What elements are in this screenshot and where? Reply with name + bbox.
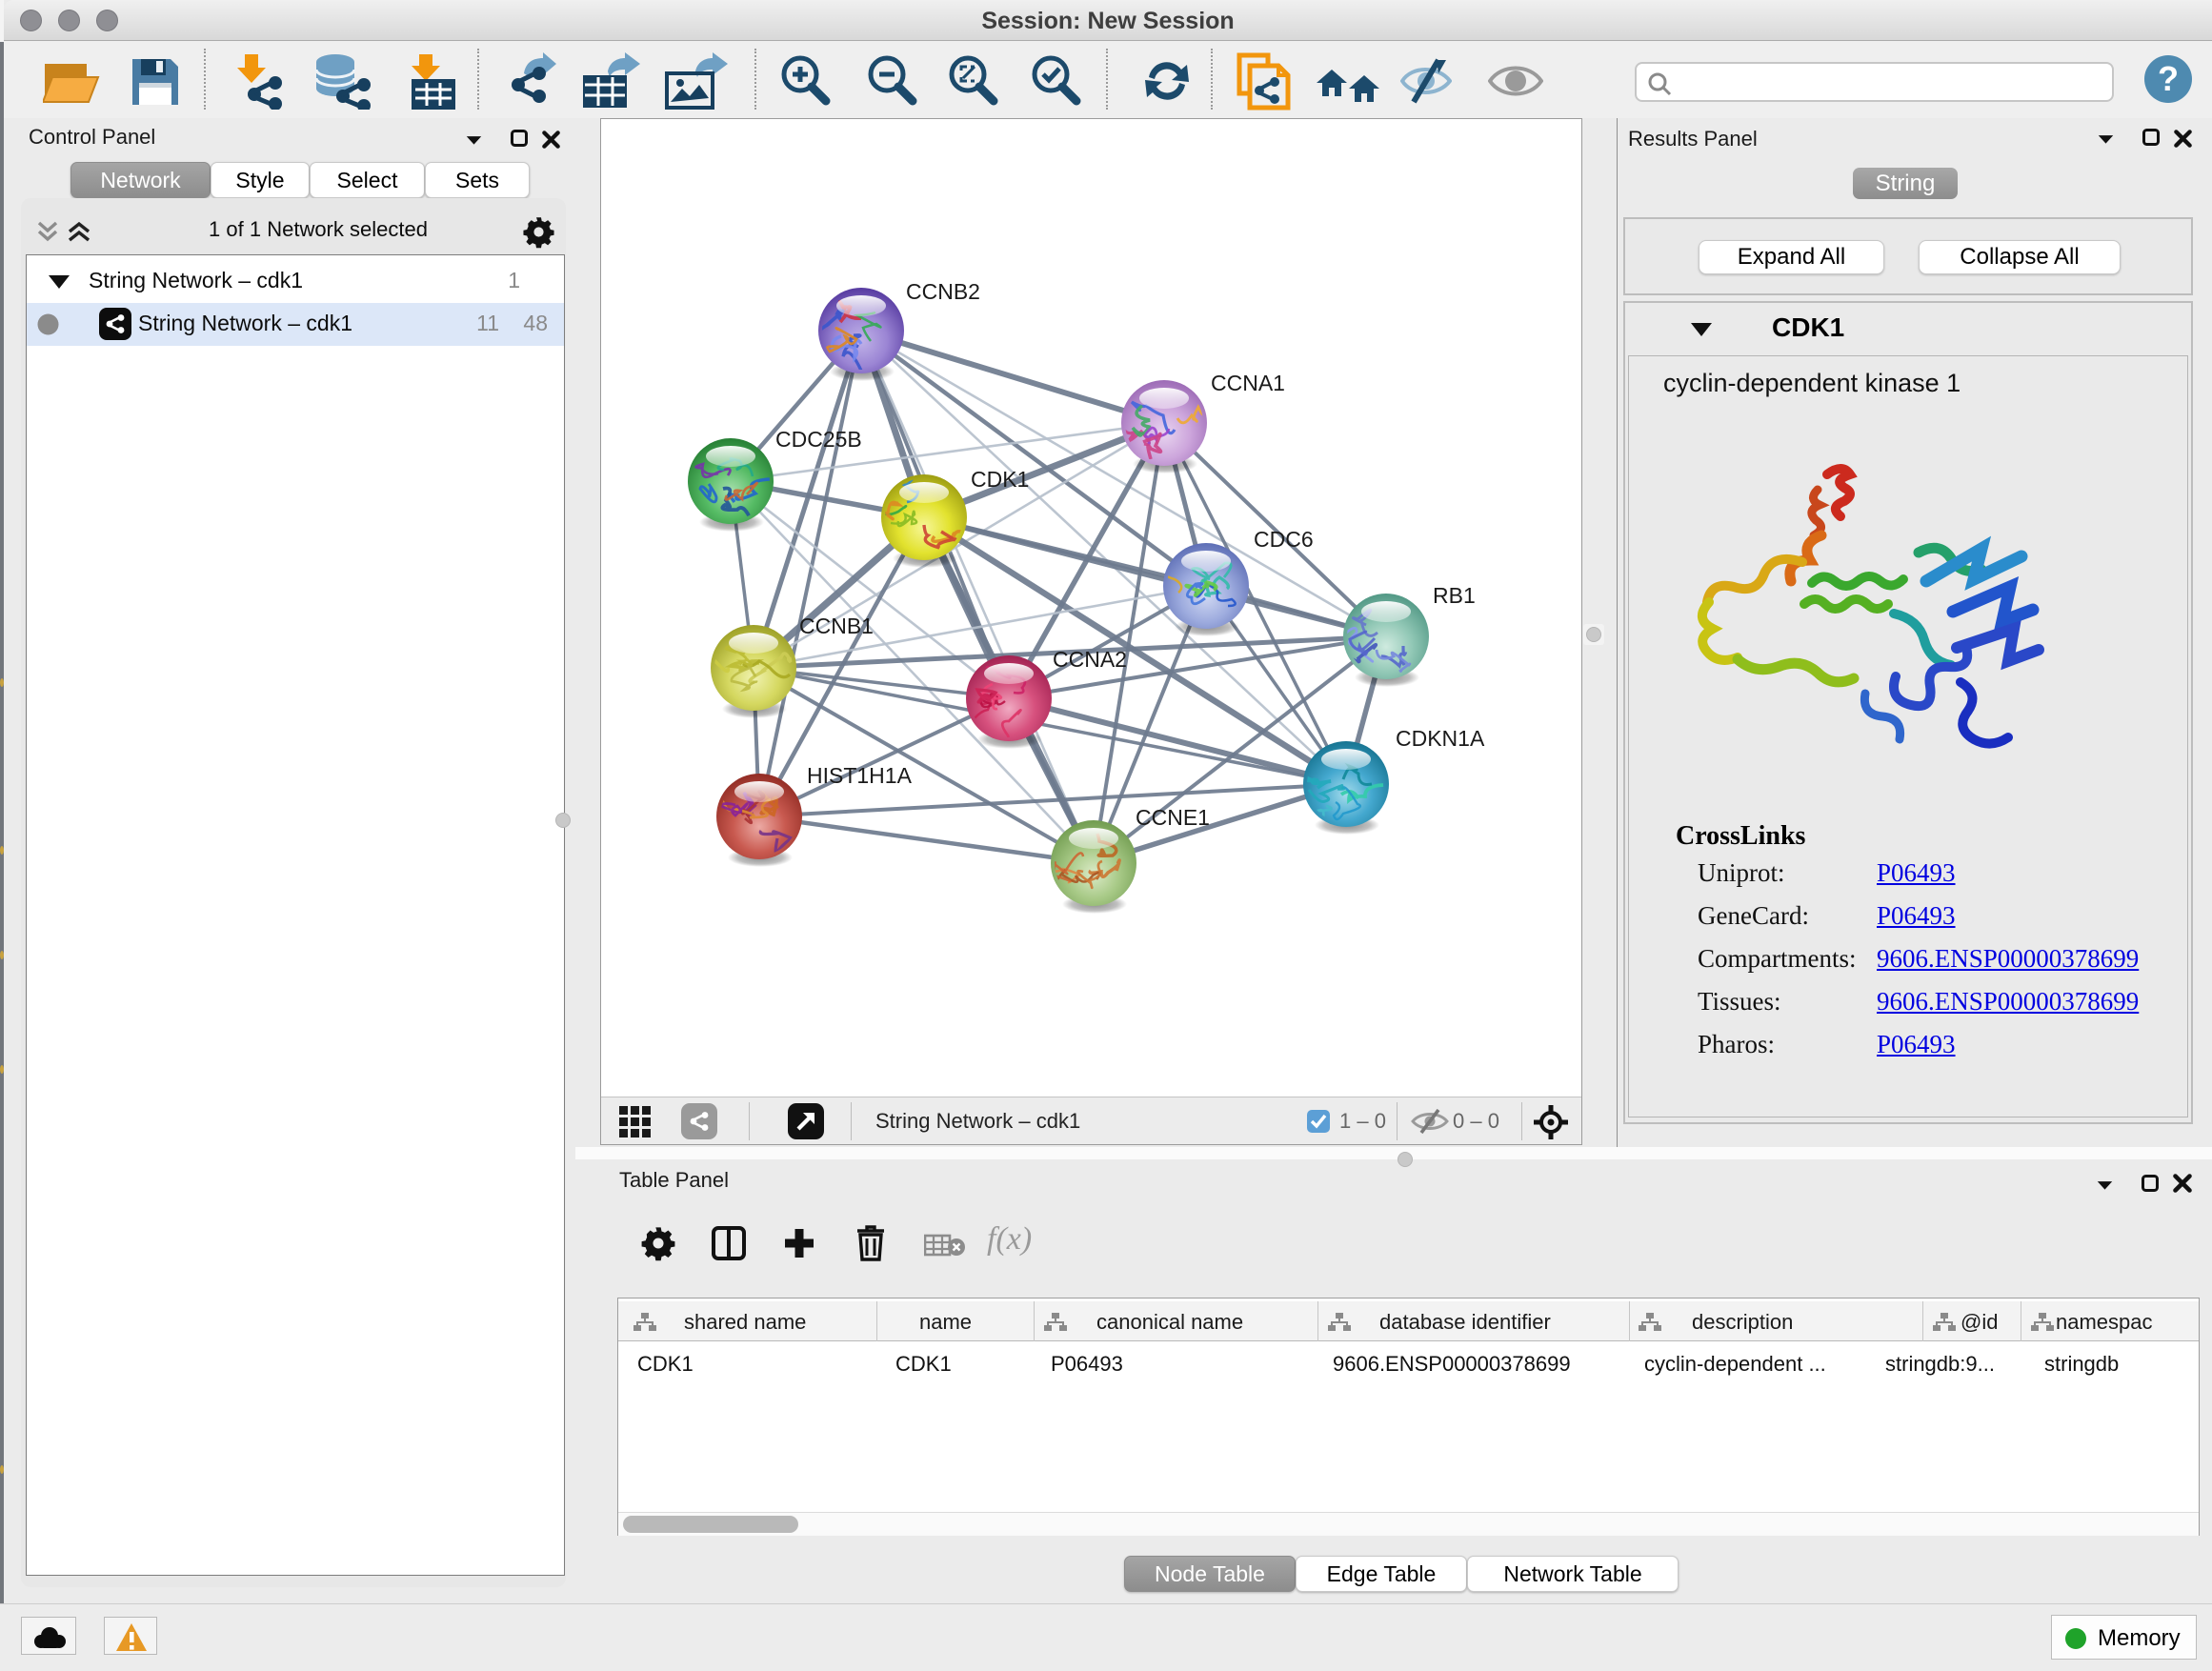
svg-text:HIST1H1A: HIST1H1A [807, 763, 913, 788]
svg-text:CCNA1: CCNA1 [1211, 371, 1285, 395]
svg-text:CCNA2: CCNA2 [1053, 647, 1127, 672]
svg-text:RB1: RB1 [1433, 583, 1476, 608]
svg-text:CCNE1: CCNE1 [1136, 805, 1210, 830]
svg-text:CDC6: CDC6 [1254, 527, 1314, 552]
svg-text:CCNB2: CCNB2 [906, 279, 980, 304]
svg-text:CDC25B: CDC25B [775, 427, 862, 452]
svg-text:CDK1: CDK1 [971, 467, 1029, 492]
svg-text:CCNB1: CCNB1 [799, 614, 874, 638]
svg-text:CDKN1A: CDKN1A [1396, 726, 1485, 751]
